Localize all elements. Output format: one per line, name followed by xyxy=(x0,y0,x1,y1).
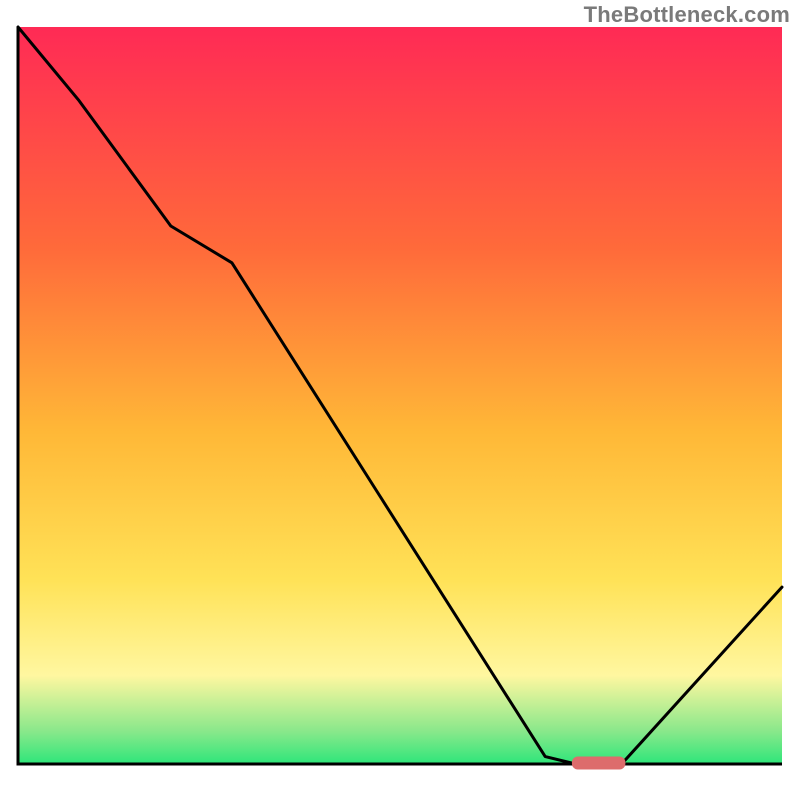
bottleneck-chart xyxy=(0,0,800,800)
chart-stage: TheBottleneck.com xyxy=(0,0,800,800)
optimal-marker xyxy=(572,757,626,770)
gradient-panel xyxy=(18,27,782,764)
